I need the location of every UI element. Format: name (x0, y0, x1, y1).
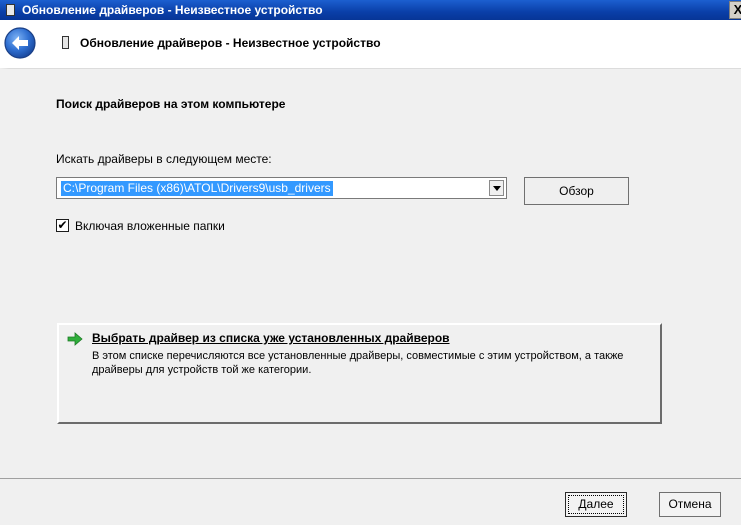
search-location-label: Искать драйверы в следующем месте: (56, 152, 272, 166)
path-value[interactable]: C:\Program Files (x86)\ATOL\Drivers9\usb… (61, 181, 333, 196)
green-arrow-icon (67, 332, 83, 346)
pick-from-list-title: Выбрать драйвер из списка уже установлен… (92, 331, 450, 345)
close-button[interactable]: X (729, 1, 741, 19)
browse-button[interactable]: Обзор (524, 177, 629, 205)
wizard-header: Обновление драйверов - Неизвестное устро… (0, 20, 741, 68)
back-arrow-icon[interactable] (3, 26, 37, 60)
wizard-footer: Далее Отмена (0, 478, 741, 525)
include-subfolders-label[interactable]: Включая вложенные папки (75, 219, 225, 233)
device-icon (6, 4, 15, 16)
device-small-icon (62, 36, 69, 49)
dropdown-arrow-icon[interactable] (489, 180, 504, 196)
window-titlebar: Обновление драйверов - Неизвестное устро… (0, 0, 741, 20)
pick-from-list-button[interactable]: Выбрать драйвер из списка уже установлен… (57, 323, 662, 424)
window-title: Обновление драйверов - Неизвестное устро… (22, 3, 323, 17)
pick-from-list-description: В этом списке перечисляются все установл… (92, 350, 624, 376)
cancel-button[interactable]: Отмена (659, 492, 721, 517)
header-title: Обновление драйверов - Неизвестное устро… (80, 36, 381, 50)
next-button[interactable]: Далее (565, 492, 627, 517)
include-subfolders-checkbox[interactable]: ✔ (56, 219, 69, 232)
path-combobox[interactable]: C:\Program Files (x86)\ATOL\Drivers9\usb… (56, 177, 507, 199)
section-title: Поиск драйверов на этом компьютере (56, 97, 286, 111)
